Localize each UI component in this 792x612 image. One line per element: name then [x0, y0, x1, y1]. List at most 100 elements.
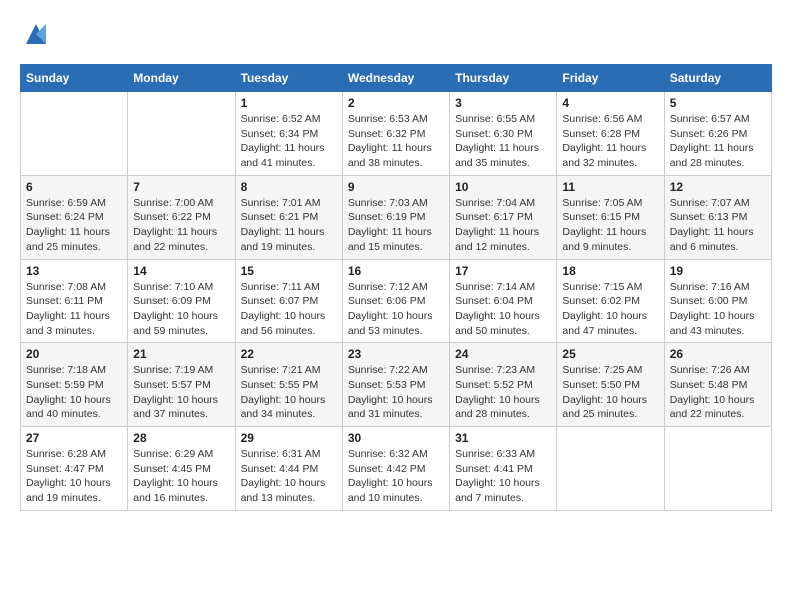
calendar-cell: 18 Sunrise: 7:15 AMSunset: 6:02 PMDayligh… — [557, 259, 664, 343]
calendar-cell: 7 Sunrise: 7:00 AMSunset: 6:22 PMDaylight… — [128, 175, 235, 259]
day-header-wednesday: Wednesday — [342, 65, 449, 92]
calendar-cell: 2 Sunrise: 6:53 AMSunset: 6:32 PMDaylight… — [342, 92, 449, 176]
day-info: Sunrise: 6:56 AMSunset: 6:28 PMDaylight:… — [562, 112, 658, 171]
calendar-cell: 8Sunrise: 7:01 AMSunset: 6:21 PMDaylight… — [235, 175, 342, 259]
day-number: 12 — [670, 180, 766, 194]
day-info: Sunrise: 7:10 AMSunset: 6:09 PMDaylight:… — [133, 280, 229, 339]
calendar-cell: 13 Sunrise: 7:08 AMSunset: 6:11 PMDayligh… — [21, 259, 128, 343]
calendar-cell: 11 Sunrise: 7:05 AMSunset: 6:15 PMDayligh… — [557, 175, 664, 259]
day-number: 23 — [348, 347, 444, 361]
day-number: 19 — [670, 264, 766, 278]
day-info: Sunrise: 7:14 AMSunset: 6:04 PMDaylight:… — [455, 280, 551, 339]
day-number: 4 — [562, 96, 658, 110]
day-info: Sunrise: 7:05 AMSunset: 6:15 PMDaylight:… — [562, 196, 658, 255]
day-number: 6 — [26, 180, 122, 194]
week-row-5: 27 Sunrise: 6:28 AMSunset: 4:47 PMDayligh… — [21, 427, 772, 511]
calendar-cell: 30 Sunrise: 6:32 AMSunset: 4:42 PMDayligh… — [342, 427, 449, 511]
day-number: 18 — [562, 264, 658, 278]
calendar-cell: 28 Sunrise: 6:29 AMSunset: 4:45 PMDayligh… — [128, 427, 235, 511]
day-info: Sunrise: 7:04 AMSunset: 6:17 PMDaylight:… — [455, 196, 551, 255]
day-number: 24 — [455, 347, 551, 361]
calendar-cell: 23 Sunrise: 7:22 AMSunset: 5:53 PMDayligh… — [342, 343, 449, 427]
day-number: 31 — [455, 431, 551, 445]
day-info: Sunrise: 7:12 AMSunset: 6:06 PMDaylight:… — [348, 280, 444, 339]
day-info: Sunrise: 7:18 AMSunset: 5:59 PMDaylight:… — [26, 363, 122, 422]
calendar-cell: 17 Sunrise: 7:14 AMSunset: 6:04 PMDayligh… — [450, 259, 557, 343]
day-number: 8 — [241, 180, 337, 194]
calendar-cell: 22 Sunrise: 7:21 AMSunset: 5:55 PMDayligh… — [235, 343, 342, 427]
day-header-monday: Monday — [128, 65, 235, 92]
calendar-cell: 31 Sunrise: 6:33 AMSunset: 4:41 PMDayligh… — [450, 427, 557, 511]
day-header-friday: Friday — [557, 65, 664, 92]
calendar-cell: 15 Sunrise: 7:11 AMSunset: 6:07 PMDayligh… — [235, 259, 342, 343]
day-number: 2 — [348, 96, 444, 110]
day-info: Sunrise: 7:00 AMSunset: 6:22 PMDaylight:… — [133, 196, 229, 255]
day-number: 14 — [133, 264, 229, 278]
day-number: 27 — [26, 431, 122, 445]
calendar-cell: 25 Sunrise: 7:25 AMSunset: 5:50 PMDayligh… — [557, 343, 664, 427]
calendar-cell: 5Sunrise: 6:57 AMSunset: 6:26 PMDaylight… — [664, 92, 771, 176]
calendar-cell: 26 Sunrise: 7:26 AMSunset: 5:48 PMDayligh… — [664, 343, 771, 427]
calendar-cell: 21 Sunrise: 7:19 AMSunset: 5:57 PMDayligh… — [128, 343, 235, 427]
day-number: 30 — [348, 431, 444, 445]
calendar-cell: 12 Sunrise: 7:07 AMSunset: 6:13 PMDayligh… — [664, 175, 771, 259]
day-number: 25 — [562, 347, 658, 361]
day-number: 22 — [241, 347, 337, 361]
day-info: Sunrise: 7:23 AMSunset: 5:52 PMDaylight:… — [455, 363, 551, 422]
calendar-cell — [664, 427, 771, 511]
calendar-cell: 3Sunrise: 6:55 AMSunset: 6:30 PMDaylight… — [450, 92, 557, 176]
day-number: 13 — [26, 264, 122, 278]
day-info: Sunrise: 7:26 AMSunset: 5:48 PMDaylight:… — [670, 363, 766, 422]
day-info: Sunrise: 7:16 AMSunset: 6:00 PMDaylight:… — [670, 280, 766, 339]
calendar-cell: 16 Sunrise: 7:12 AMSunset: 6:06 PMDayligh… — [342, 259, 449, 343]
day-info: Sunrise: 7:21 AMSunset: 5:55 PMDaylight:… — [241, 363, 337, 422]
week-row-4: 20Sunrise: 7:18 AMSunset: 5:59 PMDayligh… — [21, 343, 772, 427]
day-info: Sunrise: 7:08 AMSunset: 6:11 PMDaylight:… — [26, 280, 122, 339]
logo-icon — [22, 20, 50, 48]
day-info: Sunrise: 7:07 AMSunset: 6:13 PMDaylight:… — [670, 196, 766, 255]
day-header-sunday: Sunday — [21, 65, 128, 92]
calendar-cell: 19 Sunrise: 7:16 AMSunset: 6:00 PMDayligh… — [664, 259, 771, 343]
day-number: 11 — [562, 180, 658, 194]
day-info: Sunrise: 6:31 AMSunset: 4:44 PMDaylight:… — [241, 447, 337, 506]
week-row-2: 6 Sunrise: 6:59 AMSunset: 6:24 PMDaylight… — [21, 175, 772, 259]
day-info: Sunrise: 6:33 AMSunset: 4:41 PMDaylight:… — [455, 447, 551, 506]
day-number: 28 — [133, 431, 229, 445]
day-info: Sunrise: 7:25 AMSunset: 5:50 PMDaylight:… — [562, 363, 658, 422]
calendar-cell — [21, 92, 128, 176]
days-header-row: SundayMondayTuesdayWednesdayThursdayFrid… — [21, 65, 772, 92]
day-number: 26 — [670, 347, 766, 361]
day-info: Sunrise: 6:28 AMSunset: 4:47 PMDaylight:… — [26, 447, 122, 506]
day-info: Sunrise: 6:53 AMSunset: 6:32 PMDaylight:… — [348, 112, 444, 171]
day-info: Sunrise: 6:32 AMSunset: 4:42 PMDaylight:… — [348, 447, 444, 506]
day-number: 9 — [348, 180, 444, 194]
day-number: 21 — [133, 347, 229, 361]
day-header-saturday: Saturday — [664, 65, 771, 92]
day-number: 5 — [670, 96, 766, 110]
calendar-cell: 6 Sunrise: 6:59 AMSunset: 6:24 PMDaylight… — [21, 175, 128, 259]
day-info: Sunrise: 6:29 AMSunset: 4:45 PMDaylight:… — [133, 447, 229, 506]
day-info: Sunrise: 7:22 AMSunset: 5:53 PMDaylight:… — [348, 363, 444, 422]
calendar-cell: 4 Sunrise: 6:56 AMSunset: 6:28 PMDaylight… — [557, 92, 664, 176]
calendar-cell: 9Sunrise: 7:03 AMSunset: 6:19 PMDaylight… — [342, 175, 449, 259]
day-number: 16 — [348, 264, 444, 278]
day-header-thursday: Thursday — [450, 65, 557, 92]
calendar-cell: 29Sunrise: 6:31 AMSunset: 4:44 PMDayligh… — [235, 427, 342, 511]
day-number: 7 — [133, 180, 229, 194]
day-info: Sunrise: 7:15 AMSunset: 6:02 PMDaylight:… — [562, 280, 658, 339]
calendar-table: SundayMondayTuesdayWednesdayThursdayFrid… — [20, 64, 772, 511]
day-info: Sunrise: 6:55 AMSunset: 6:30 PMDaylight:… — [455, 112, 551, 171]
logo — [20, 20, 50, 48]
day-info: Sunrise: 7:11 AMSunset: 6:07 PMDaylight:… — [241, 280, 337, 339]
day-number: 1 — [241, 96, 337, 110]
day-info: Sunrise: 7:19 AMSunset: 5:57 PMDaylight:… — [133, 363, 229, 422]
day-number: 15 — [241, 264, 337, 278]
day-number: 17 — [455, 264, 551, 278]
calendar-cell: 10Sunrise: 7:04 AMSunset: 6:17 PMDayligh… — [450, 175, 557, 259]
week-row-3: 13 Sunrise: 7:08 AMSunset: 6:11 PMDayligh… — [21, 259, 772, 343]
day-info: Sunrise: 6:59 AMSunset: 6:24 PMDaylight:… — [26, 196, 122, 255]
calendar-cell — [128, 92, 235, 176]
page-header — [20, 20, 772, 48]
calendar-cell: 27 Sunrise: 6:28 AMSunset: 4:47 PMDayligh… — [21, 427, 128, 511]
week-row-1: 1Sunrise: 6:52 AMSunset: 6:34 PMDaylight… — [21, 92, 772, 176]
